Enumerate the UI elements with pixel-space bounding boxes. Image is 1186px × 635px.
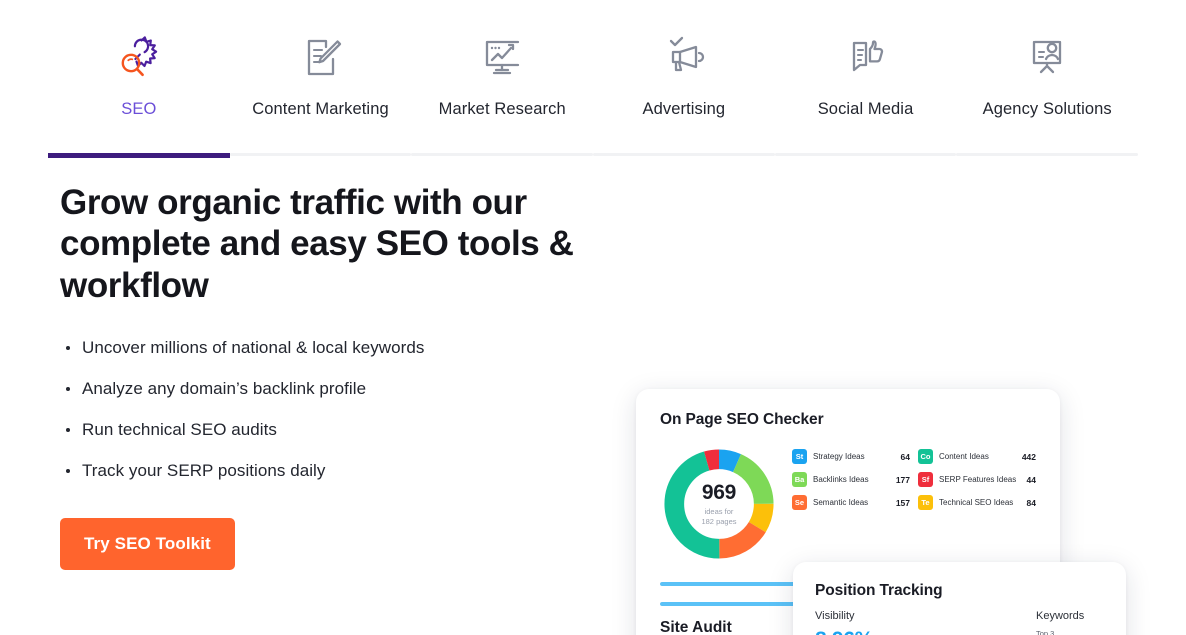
tab-label: SEO [121, 100, 157, 118]
legend-item: Te Technical SEO Ideas 84 [918, 495, 1036, 510]
list-item: Run technical SEO audits [60, 420, 580, 440]
tab-label: Content Marketing [252, 100, 389, 118]
tab-underline [229, 153, 412, 156]
hero-copy: Grow organic traffic with our complete a… [60, 182, 580, 570]
legend-label: Strategy Ideas [813, 452, 865, 461]
legend-item: St Strategy Ideas 64 [792, 449, 910, 464]
legend-value: 84 [1026, 497, 1036, 508]
legend-badge-st: St [792, 449, 807, 464]
card-title: Position Tracking [815, 582, 943, 599]
speech-thumbsup-icon [840, 30, 892, 86]
legend-item: Co Content Ideas 442 [918, 449, 1036, 464]
ideas-sub-line2: 182 pages [701, 517, 737, 526]
legend-value: 157 [895, 497, 910, 508]
tab-agency-solutions[interactable]: Agency Solutions [956, 0, 1139, 162]
position-tracking-body: Visibility 8.96% Keywords Top 3 [815, 610, 1104, 635]
legend-item: Se Semantic Ideas 157 [792, 495, 910, 510]
legend-badge-te: Te [918, 495, 933, 510]
legend-badge-co: Co [918, 449, 933, 464]
tab-label: Advertising [642, 100, 726, 118]
legend-badge-se: Se [792, 495, 807, 510]
tab-content-marketing[interactable]: Content Marketing [229, 0, 412, 162]
legend-label: Semantic Ideas [813, 498, 869, 507]
legend-value: 442 [1021, 451, 1036, 462]
legend-label: Content Ideas [939, 452, 989, 461]
feature-list: Uncover millions of national & local key… [60, 338, 580, 481]
ideas-donut-chart: 969 ideas for 182 pages [660, 445, 778, 563]
legend-label: SERP Features Ideas [939, 475, 1017, 484]
megaphone-check-icon [658, 30, 710, 86]
product-tab-bar: SEO Content Marketing Market Research Ad… [0, 0, 1186, 162]
donut-center-label: 969 ideas for 182 pages [660, 445, 778, 563]
legend-value: 44 [1026, 474, 1036, 485]
ideas-legend: St Strategy Ideas 64 Co Content Ideas 44… [792, 445, 1036, 563]
visibility-block: Visibility 8.96% [815, 610, 1020, 635]
legend-badge-sf: Sf [918, 472, 933, 487]
tab-underline [593, 153, 775, 156]
monitor-chart-icon [476, 30, 528, 86]
tab-underline [956, 153, 1139, 156]
seo-gear-magnifier-icon [111, 30, 167, 86]
legend-label: Backlinks Ideas [813, 475, 869, 484]
seo-summary-row: 969 ideas for 182 pages St Strategy Idea… [660, 445, 1036, 563]
legend-value: 177 [895, 474, 910, 485]
hero-stage: Grow organic traffic with our complete a… [0, 162, 1186, 635]
sparkline-top-3: Top 3 [1036, 629, 1130, 635]
keywords-block: Keywords Top 3 Top 10 Top [1036, 610, 1130, 635]
legend-badge-ba: Ba [792, 472, 807, 487]
try-seo-toolkit-button[interactable]: Try SEO Toolkit [60, 517, 235, 570]
ideas-total: 969 [701, 481, 737, 505]
visibility-value: 8.96% [815, 628, 1020, 635]
legend-value: 64 [900, 451, 910, 462]
keywords-label: Keywords [1036, 610, 1085, 622]
card-title: On Page SEO Checker [660, 411, 824, 428]
sparkline-label: Top 3 [1036, 629, 1055, 635]
ideas-sub-line1: ideas for [704, 507, 734, 517]
tab-label: Market Research [438, 100, 566, 118]
list-item: Uncover millions of national & local key… [60, 338, 580, 358]
tab-underline [774, 153, 957, 156]
tab-active-underline [48, 153, 230, 158]
tab-seo[interactable]: SEO [48, 0, 230, 162]
tab-underline [411, 153, 594, 156]
tab-label: Social Media [817, 100, 914, 118]
document-pencil-icon [296, 30, 346, 86]
legend-item: Sf SERP Features Ideas 44 [918, 472, 1036, 487]
tab-social-media[interactable]: Social Media [774, 0, 957, 162]
list-item: Track your SERP positions daily [60, 461, 580, 481]
tab-advertising[interactable]: Advertising [593, 0, 775, 162]
visibility-label: Visibility [815, 610, 855, 622]
page-title: Grow organic traffic with our complete a… [60, 183, 574, 305]
position-tracking-card: Position Tracking Visibility 8.96% Keywo… [793, 562, 1126, 635]
list-item: Analyze any domain’s backlink profile [60, 379, 580, 399]
tab-market-research[interactable]: Market Research [411, 0, 594, 162]
legend-item: Ba Backlinks Ideas 177 [792, 472, 910, 487]
tab-label: Agency Solutions [982, 100, 1112, 118]
legend-label: Technical SEO Ideas [939, 498, 1014, 507]
presentation-person-icon [1021, 30, 1073, 86]
